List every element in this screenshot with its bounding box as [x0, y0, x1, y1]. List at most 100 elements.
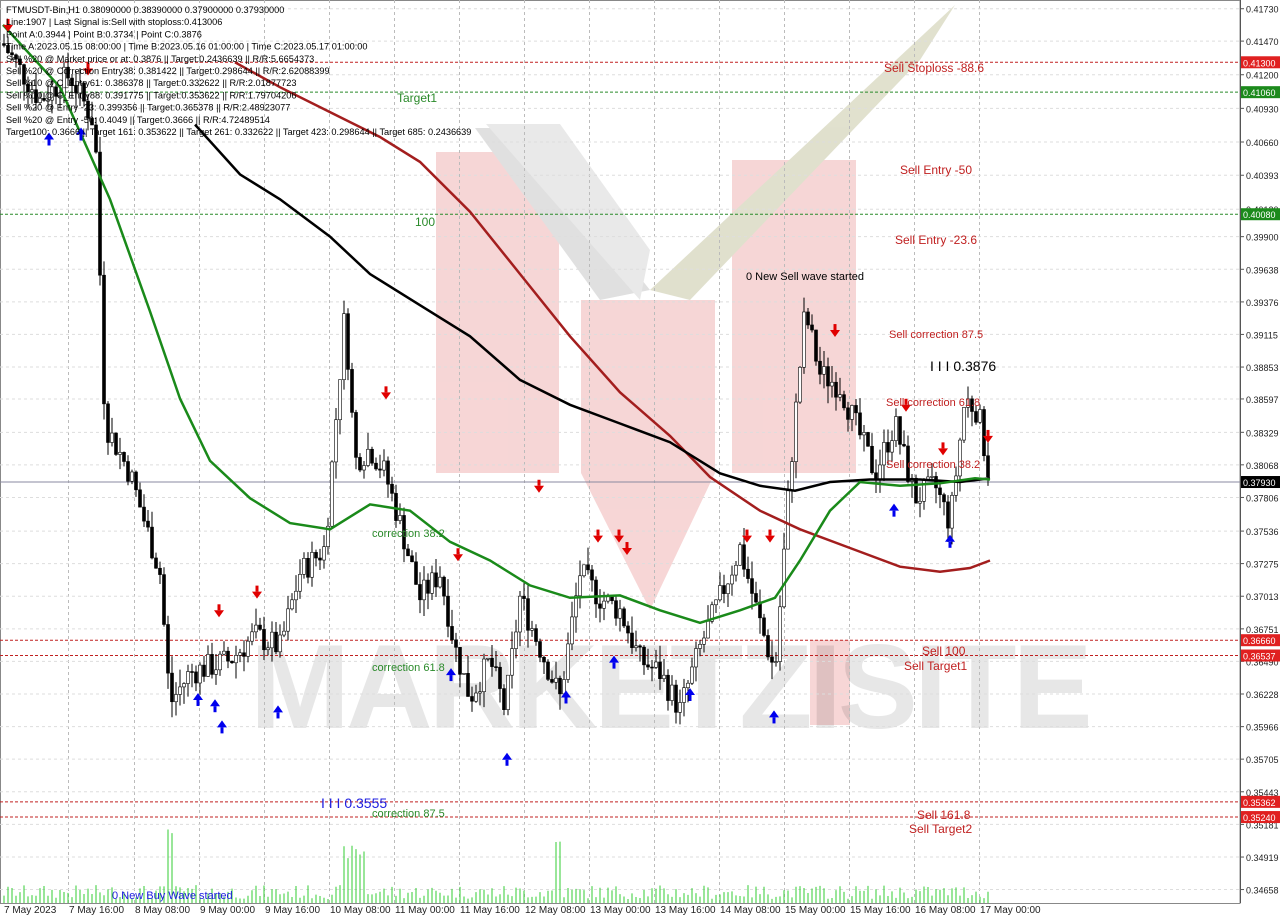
candle-body — [134, 471, 138, 491]
candle-body — [302, 558, 306, 575]
buy-arrow-stem — [892, 510, 896, 517]
header-line: Time A:2023.05.15 08:00:00 | Time B:2023… — [6, 42, 367, 52]
candle-body — [310, 552, 314, 578]
y-tick-label: 0.36751 — [1246, 625, 1279, 635]
candle-body — [342, 313, 346, 380]
candle-body — [798, 366, 802, 403]
candle-body — [506, 674, 510, 710]
candle-body — [822, 366, 826, 375]
candle-body — [914, 477, 918, 504]
x-tick-label: 8 May 08:00 — [135, 905, 190, 916]
candle-body — [282, 630, 286, 636]
candle-body — [426, 579, 430, 594]
candle-body — [530, 628, 534, 631]
candle-body — [770, 656, 774, 663]
candle-body — [154, 557, 158, 569]
y-tick-label: 0.40660 — [1246, 138, 1279, 148]
candle-body — [830, 381, 834, 387]
candle-body — [934, 476, 938, 489]
candle-body — [630, 632, 634, 648]
header-line: Sell %20 @ Market price or at: 0.3876 ||… — [6, 54, 314, 64]
buy-arrow-icon — [945, 534, 955, 542]
candle-body — [574, 595, 578, 618]
sell-arrow-icon — [214, 610, 224, 618]
buy-arrow-stem — [196, 699, 200, 706]
candle-body — [398, 515, 402, 521]
candle-body — [890, 440, 894, 453]
header-info: FTMUSDT-Bin,H1 0.38090000 0.38390000 0.3… — [6, 5, 471, 137]
candle-body — [294, 590, 298, 601]
candle-body — [750, 578, 754, 594]
candle-body — [778, 606, 782, 662]
candle-body — [566, 643, 570, 680]
candle-body — [442, 576, 446, 597]
candle-body — [554, 677, 558, 683]
y-tick-label: 0.35705 — [1246, 755, 1279, 765]
candle-body — [378, 468, 382, 471]
sell-arrow-icon — [381, 392, 391, 400]
candle-body — [962, 407, 966, 441]
y-tick-label: 0.41730 — [1246, 5, 1279, 15]
candle-body — [110, 432, 114, 443]
candle-body — [790, 461, 794, 492]
candle-body — [666, 674, 670, 701]
buy-arrow-stem — [276, 712, 280, 719]
candle-body — [394, 493, 398, 521]
candle-body — [514, 631, 518, 649]
candle-body — [674, 684, 678, 713]
label-sell-entry-23: Sell Entry -23.6 — [895, 233, 977, 247]
candle-body — [350, 369, 354, 413]
candle-body — [742, 544, 746, 570]
label-level-100: 100 — [415, 215, 435, 229]
header-line: Sell %20 @ Entry -23: 0.399356 || Target… — [6, 103, 290, 113]
candle-body — [174, 694, 178, 703]
label-sell-target2: Sell Target2 — [909, 822, 972, 836]
candle-body — [794, 401, 798, 462]
candle-body — [578, 575, 582, 597]
y-tick-label: 0.38853 — [1246, 363, 1279, 373]
candle-body — [298, 574, 302, 592]
candle-body — [370, 448, 374, 464]
y-tick-label: 0.41470 — [1246, 37, 1279, 47]
label-sell-entry-50: Sell Entry -50 — [900, 163, 972, 177]
buy-arrow-stem — [220, 727, 224, 734]
candle-body — [638, 645, 642, 648]
candle-body — [126, 461, 130, 482]
candle-body — [198, 664, 202, 684]
candle-body — [774, 661, 778, 663]
label-sell-correction-875: Sell correction 87.5 — [889, 329, 983, 341]
buy-arrow-stem — [213, 706, 217, 713]
candle-body — [886, 442, 890, 453]
candle-body — [386, 460, 390, 485]
sell-arrow-stem — [596, 529, 600, 536]
candle-body — [618, 608, 622, 619]
sell-arrow-stem — [833, 324, 837, 331]
label-new-buy-wave: 0 New Buy Wave started — [112, 890, 233, 902]
header-line: Point A:0.3944 | Point B:0.3734 | Point … — [6, 29, 202, 39]
candle-body — [654, 661, 658, 668]
candle-body — [234, 655, 238, 664]
label-point-c: I I I 0.3876 — [930, 358, 996, 374]
x-tick-label: 11 May 16:00 — [460, 905, 520, 916]
sell-arrow-stem — [537, 479, 541, 486]
candle-body — [406, 548, 410, 557]
x-tick-label: 12 May 08:00 — [525, 905, 586, 916]
candle-body — [850, 405, 854, 420]
time-axis: 7 May 2023 7 May 16:00 8 May 08:00 9 May 00… — [4, 905, 1041, 916]
candle-body — [130, 471, 134, 482]
candle-body — [838, 394, 842, 398]
candle-body — [186, 671, 190, 684]
candle-body — [902, 444, 906, 447]
candle-body — [974, 411, 978, 423]
candle-body — [946, 501, 950, 529]
candle-body — [634, 645, 638, 648]
candle-body — [718, 585, 722, 601]
candle-body — [462, 673, 466, 675]
sell-arrow-icon — [534, 485, 544, 493]
label-sell-correction-382: Sell correction 38.2 — [886, 459, 980, 471]
price-tag-label: 0.41060 — [1243, 88, 1276, 98]
header-line: Sell %10 @ C_Entry61: 0.386378 || Target… — [6, 78, 296, 88]
candle-body — [734, 564, 738, 576]
sell-arrow-icon — [593, 535, 603, 543]
candle-body — [138, 489, 142, 508]
